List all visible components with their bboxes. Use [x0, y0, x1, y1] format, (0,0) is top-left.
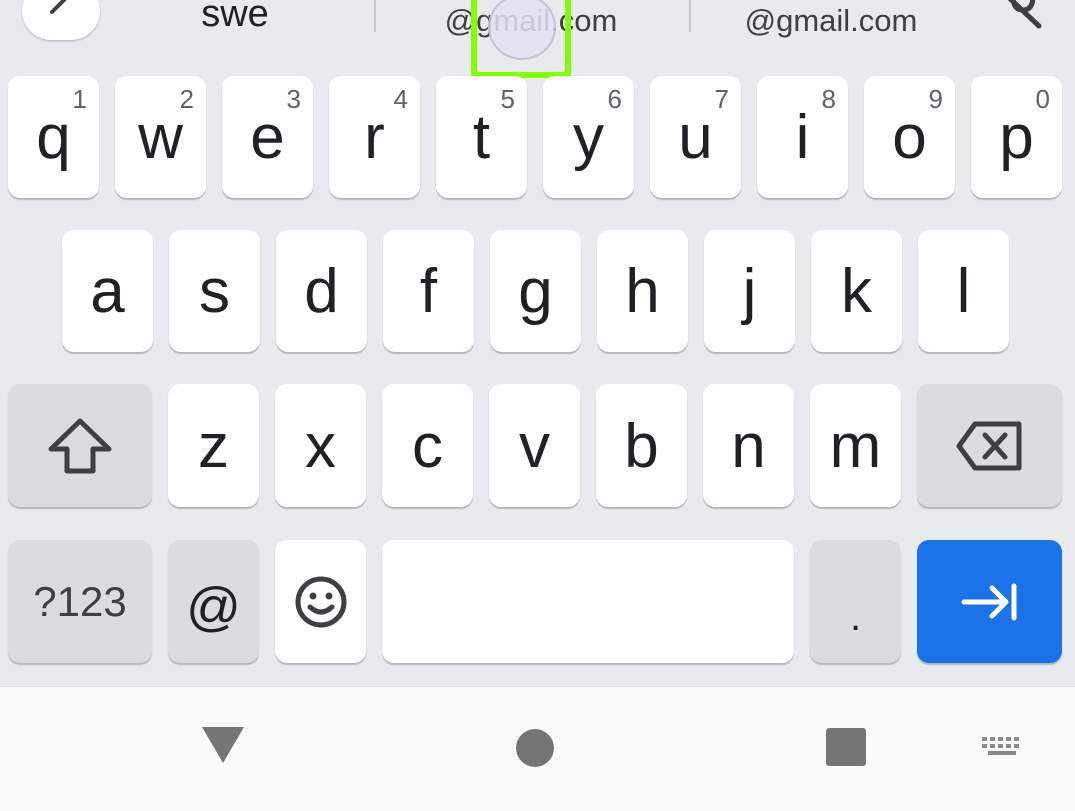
- key-c[interactable]: c: [382, 384, 473, 507]
- key-label: t: [472, 103, 491, 172]
- key-hint: 4: [393, 84, 408, 114]
- key-hint: 0: [1035, 84, 1050, 114]
- key-label: i: [795, 103, 810, 172]
- suggestion-3[interactable]: @gmail.com: [720, 0, 942, 50]
- key-label: f: [419, 257, 438, 326]
- key-label: c: [412, 411, 443, 481]
- key-label: m: [829, 411, 882, 481]
- key-hint: 8: [821, 84, 836, 114]
- key-m[interactable]: m: [810, 384, 901, 507]
- symbols-key[interactable]: ?123: [8, 540, 152, 663]
- period-key[interactable]: .: [810, 540, 901, 663]
- shift-icon: [48, 418, 112, 473]
- key-hint: 3: [286, 84, 301, 114]
- suggestion-divider: [689, 0, 691, 32]
- key-hint: 6: [607, 84, 622, 114]
- target-highlight-box: [471, 0, 571, 78]
- key-o[interactable]: o9: [864, 76, 955, 198]
- key-f[interactable]: f: [383, 230, 474, 352]
- backspace-key[interactable]: [917, 384, 1062, 507]
- at-key[interactable]: @: [168, 540, 259, 663]
- nav-home-icon[interactable]: [514, 727, 556, 769]
- key-hint: 5: [500, 84, 515, 114]
- key-label: k: [841, 257, 872, 326]
- key-label: p: [999, 103, 1034, 172]
- key-h[interactable]: h: [597, 230, 688, 352]
- system-navigation-bar: [0, 686, 1075, 811]
- key-hint: 1: [72, 84, 87, 114]
- key-g[interactable]: g: [490, 230, 581, 352]
- key-j[interactable]: j: [704, 230, 795, 352]
- shift-key[interactable]: [8, 384, 152, 507]
- key-label: u: [678, 103, 713, 172]
- key-n[interactable]: n: [703, 384, 794, 507]
- chevron-right-icon: [50, 0, 67, 14]
- key-label: y: [573, 103, 604, 172]
- key-label: d: [304, 257, 339, 326]
- key-label: e: [250, 103, 285, 172]
- at-key-label: @: [186, 576, 241, 637]
- mic-off-icon[interactable]: [999, 0, 1047, 30]
- key-label: x: [305, 411, 336, 481]
- key-hint: 7: [714, 84, 729, 114]
- key-label: b: [624, 411, 659, 481]
- key-d[interactable]: d: [276, 230, 367, 352]
- key-label: q: [36, 103, 71, 172]
- key-hint: 9: [928, 84, 943, 114]
- suggestion-1[interactable]: swe: [150, 0, 320, 50]
- period-key-label: .: [849, 594, 862, 639]
- key-e[interactable]: e3: [222, 76, 313, 198]
- soft-keyboard: swe @gmail.com @gmail.com q1w2e3r4t5y6u7…: [0, 0, 1075, 686]
- key-k[interactable]: k: [811, 230, 902, 352]
- key-label: r: [364, 103, 385, 172]
- key-label: s: [199, 257, 230, 326]
- nav-back-icon[interactable]: [200, 725, 246, 765]
- key-t[interactable]: t5: [436, 76, 527, 198]
- key-label: a: [90, 257, 125, 326]
- next-key[interactable]: [917, 540, 1062, 663]
- key-w[interactable]: w2: [115, 76, 206, 198]
- key-label: o: [892, 103, 927, 172]
- key-z[interactable]: z: [168, 384, 259, 507]
- key-v[interactable]: v: [489, 384, 580, 507]
- emoji-icon: [295, 576, 346, 627]
- key-s[interactable]: s: [169, 230, 260, 352]
- nav-recents-icon[interactable]: [825, 727, 867, 767]
- key-label: g: [518, 257, 553, 326]
- key-u[interactable]: u7: [650, 76, 741, 198]
- symbols-key-label: ?123: [33, 577, 127, 625]
- key-x[interactable]: x: [275, 384, 366, 507]
- key-label: l: [956, 257, 971, 326]
- tab-next-icon: [961, 583, 1016, 620]
- key-hint: 2: [179, 84, 194, 114]
- key-p[interactable]: p0: [971, 76, 1062, 198]
- space-bar[interactable]: [382, 540, 794, 663]
- key-i[interactable]: i8: [757, 76, 848, 198]
- key-y[interactable]: y6: [543, 76, 634, 198]
- key-label: v: [519, 411, 550, 481]
- key-b[interactable]: b: [596, 384, 687, 507]
- suggestion-divider: [374, 0, 376, 32]
- key-a[interactable]: a: [62, 230, 153, 352]
- key-label: j: [742, 257, 757, 326]
- key-label: z: [198, 411, 229, 481]
- key-label: w: [138, 103, 183, 172]
- key-label: n: [731, 411, 766, 481]
- keyboard-icon[interactable]: [980, 735, 1026, 761]
- key-label: h: [625, 257, 660, 326]
- key-q[interactable]: q1: [8, 76, 99, 198]
- emoji-key[interactable]: [275, 540, 366, 663]
- key-l[interactable]: l: [918, 230, 1009, 352]
- key-r[interactable]: r4: [329, 76, 420, 198]
- backspace-icon: [956, 421, 1021, 470]
- expand-suggestions-button[interactable]: [22, 0, 100, 40]
